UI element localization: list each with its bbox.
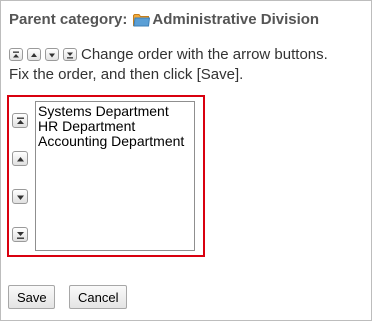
move-to-top-button[interactable] — [12, 113, 28, 128]
order-editor-highlight: Systems Department HR Department Account… — [7, 95, 205, 257]
folder-icon — [133, 13, 151, 27]
move-up-button[interactable] — [12, 151, 28, 166]
move-down-icon — [45, 48, 59, 61]
instructions-line1: Change order with the arrow buttons. — [81, 46, 328, 63]
save-button[interactable]: Save — [8, 285, 55, 309]
list-item[interactable]: Accounting Department — [38, 134, 192, 149]
parent-category-value: Administrative Division — [152, 11, 320, 28]
cancel-button[interactable]: Cancel — [69, 285, 127, 309]
move-up-icon — [27, 48, 41, 61]
category-order-list[interactable]: Systems Department HR Department Account… — [35, 101, 195, 251]
instructions: Change order with the arrow buttons. Fix… — [9, 45, 369, 85]
move-to-bottom-icon — [63, 48, 77, 61]
move-to-top-icon — [9, 48, 23, 61]
move-down-button[interactable] — [12, 189, 28, 204]
parent-category-row: Parent category: Administrative Division — [9, 11, 319, 28]
dialog-frame: Parent category: Administrative Division… — [0, 0, 372, 321]
instructions-line2: Fix the order, and then click [Save]. — [9, 66, 244, 83]
move-to-bottom-button[interactable] — [12, 227, 28, 242]
parent-category-label: Parent category: — [9, 11, 128, 28]
list-item[interactable]: HR Department — [38, 119, 192, 134]
list-item[interactable]: Systems Department — [38, 104, 192, 119]
